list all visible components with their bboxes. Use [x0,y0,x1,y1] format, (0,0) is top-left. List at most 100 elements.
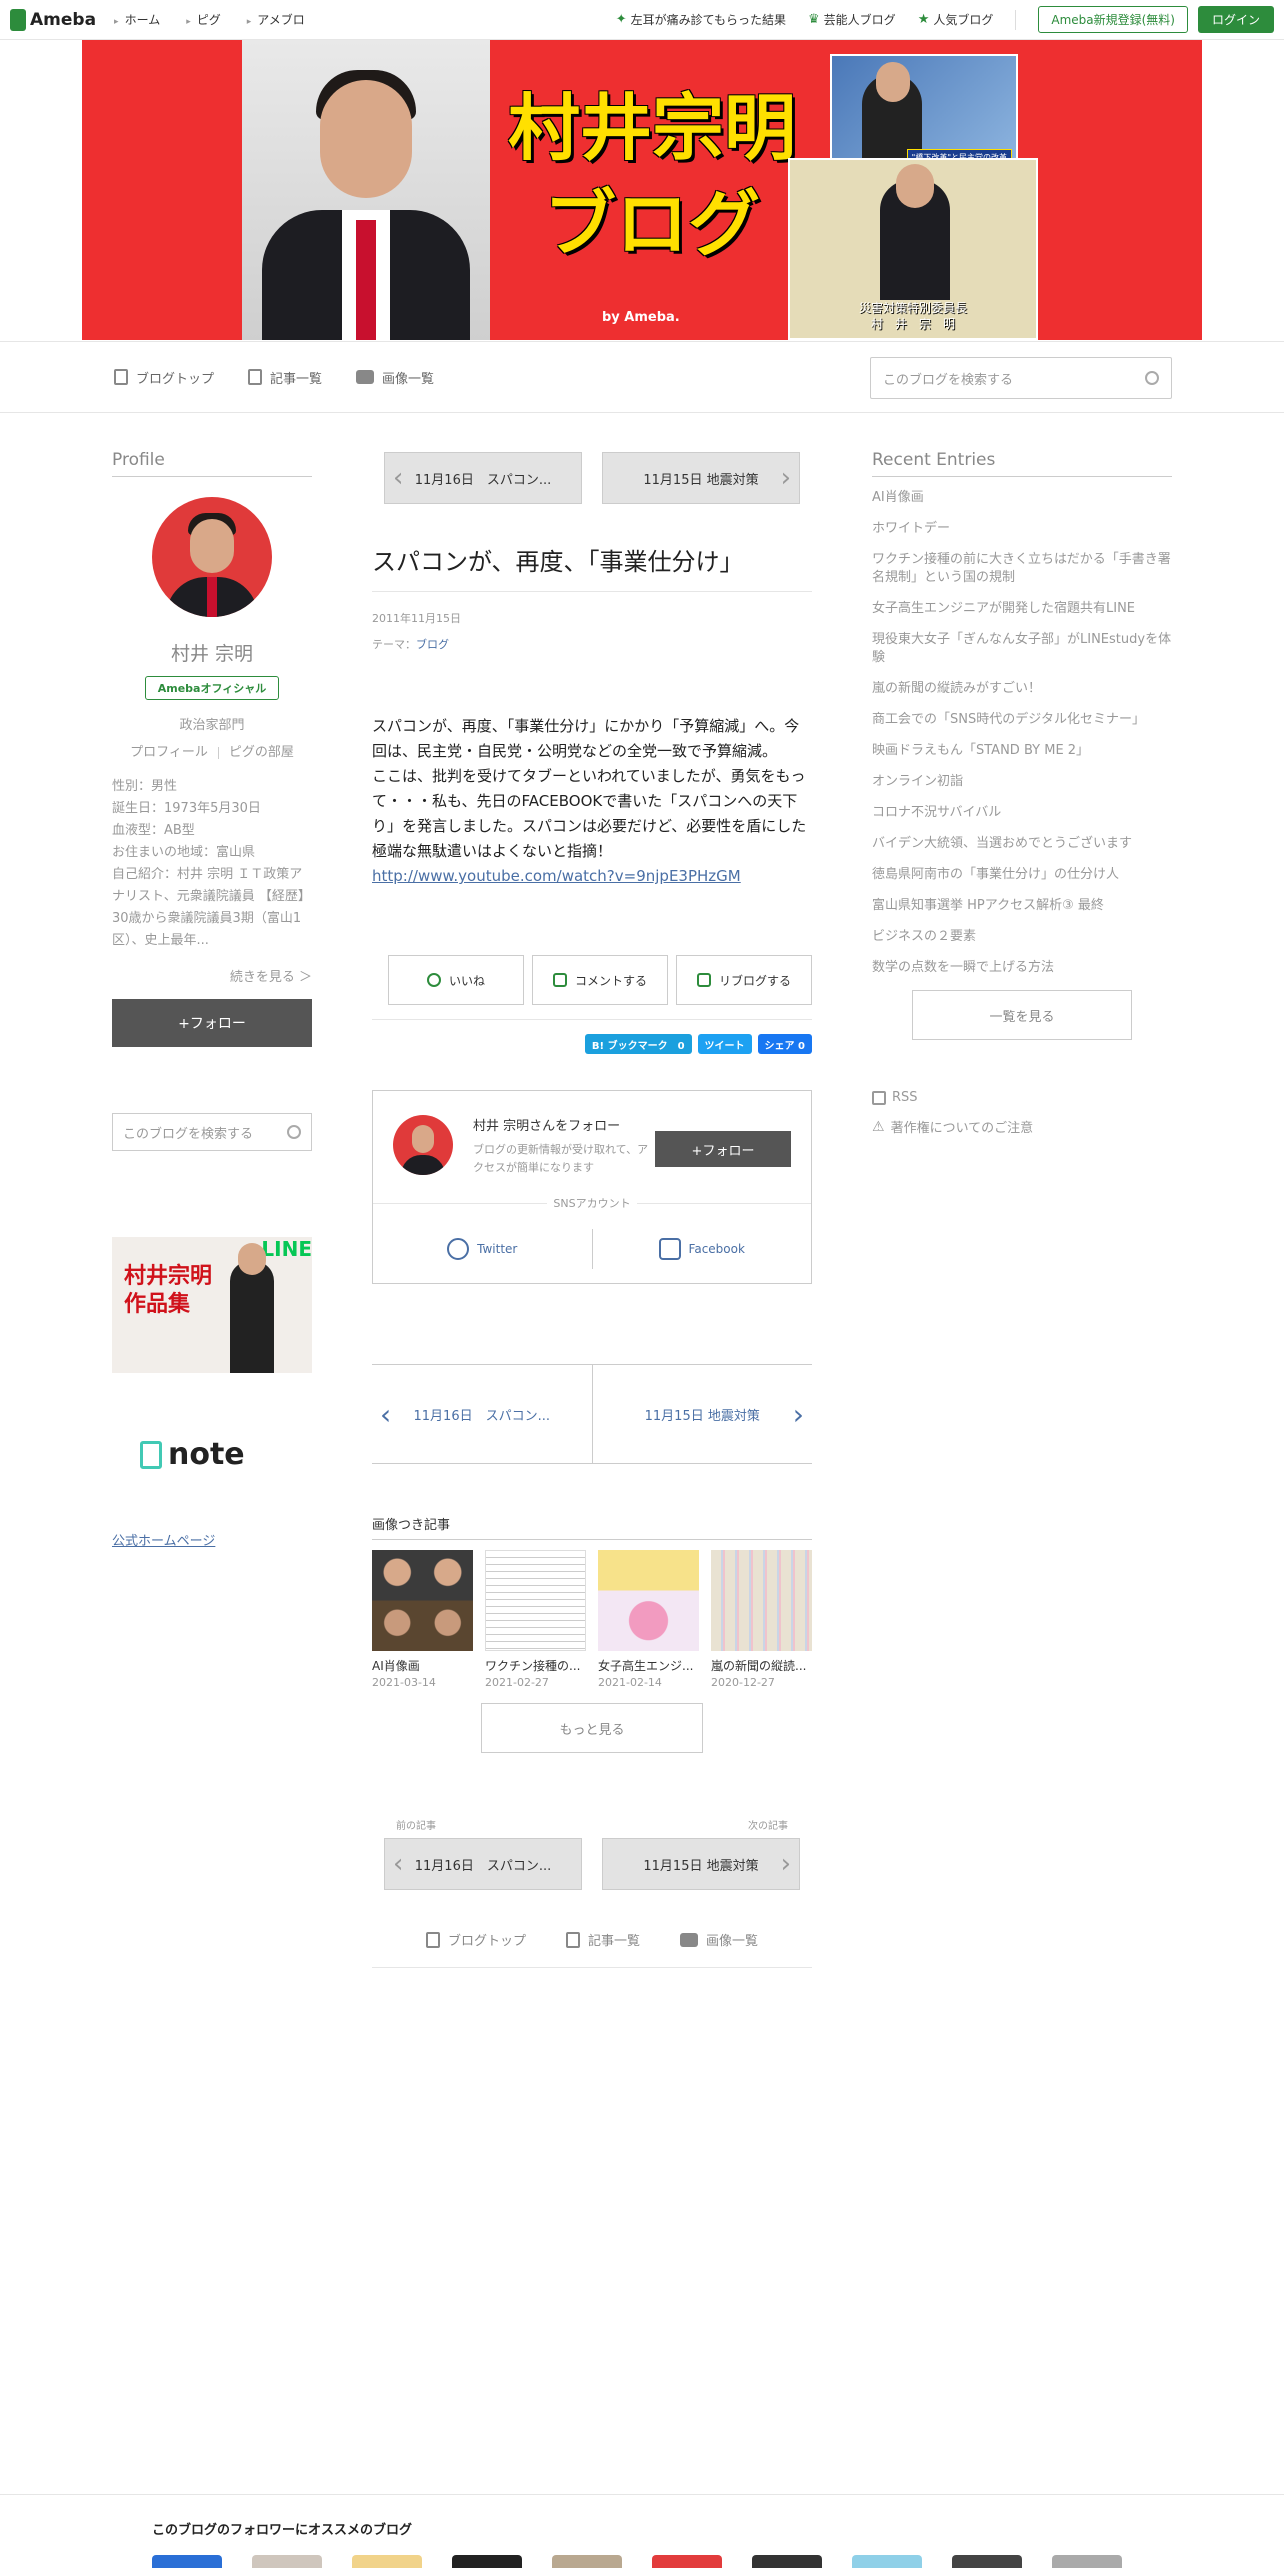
popular-blog-link[interactable]: ★ 人気ブログ [918,11,994,28]
trending-link[interactable]: ✦ 左耳が痛み診てもらった結果 [616,11,786,28]
twitter-link[interactable]: Twitter [373,1229,593,1269]
next-article-button[interactable]: 11月15日 地震対策 [602,452,800,504]
pigg-room-link[interactable]: ピグの部屋 [229,745,294,760]
nav-blog-top[interactable]: ブログトップ [114,368,214,387]
recommended-avatar[interactable] [652,2555,722,2568]
read-more-link[interactable]: 続きを見る ＞ [112,966,312,985]
recent-entry[interactable]: ワクチン接種の前に大きく立ちはだかる「手書き署名規制」という国の規制 [872,551,1172,587]
recommended-avatar[interactable] [452,2555,522,2568]
comment-button[interactable]: コメントする [532,955,668,1005]
register-button[interactable]: Ameba新規登録(無料) [1038,6,1188,33]
recent-entry[interactable]: コロナ不況サバイバル [872,804,1172,822]
image-article-item[interactable]: ワクチン接種の... 2021-02-27 [485,1550,586,1689]
youtube-link[interactable]: http://www.youtube.com/watch?v=9njpE3PHz… [372,867,741,885]
recent-entry[interactable]: 女子高生エンジニアが開発した宿題共有LINE [872,600,1172,618]
recent-entry[interactable]: 徳島県阿南市の「事業仕分け」の仕分け人 [872,866,1172,884]
recommended-avatar[interactable] [752,2555,822,2568]
rss-link[interactable]: RSS [872,1090,1172,1105]
bottom-nav-entry-list[interactable]: 記事一覧 [565,1930,640,1949]
copy-icon [565,1931,580,1948]
next-article-button-bottom[interactable]: 11月15日 地震対策 [602,1838,800,1890]
like-button[interactable]: いいね [388,955,524,1005]
see-more-button[interactable]: もっと見る [481,1703,703,1753]
search-icon[interactable] [1145,371,1159,385]
view-all-button[interactable]: 一覧を見る [912,990,1132,1040]
image-articles-heading: 画像つき記事 [372,1514,812,1540]
recommended-avatar[interactable] [1052,2555,1122,2568]
avatar[interactable] [152,497,272,617]
avatar[interactable] [393,1115,453,1175]
article-theme-link[interactable]: ブログ [416,638,449,651]
global-header: Ameba ホーム ピグ アメブロ ✦左耳が痛み診てもらった結果 ♛芸能人ブログ… [0,0,1284,40]
nav-pigg[interactable]: ピグ [186,11,221,28]
recommended-avatar[interactable] [852,2555,922,2568]
ameba-logo[interactable]: Ameba [10,8,96,31]
recent-entry[interactable]: AI肖像画 [872,489,1172,507]
header-by-ameba: by Ameba. [602,310,680,325]
comment-icon [552,973,567,987]
recent-entry[interactable]: 商工会での「SNS時代のデジタル化セミナー」 [872,711,1172,729]
document-icon [114,369,128,385]
article-body: スパコンが、再度、「事業仕分け」にかかり「予算縮減」へ。今回は、民主党・自民党・… [372,717,807,885]
recent-entry[interactable]: 富山県知事選挙 HPアクセス解析③ 最終 [872,897,1172,915]
recommended-avatar[interactable] [252,2555,322,2568]
note-banner[interactable]: note [140,1437,312,1472]
article-title[interactable]: スパコンが、再度、「事業仕分け」 [372,542,812,592]
recent-entry[interactable]: 現役東大女子「ぎんなん女子部」がLINEstudyを体験 [872,631,1172,667]
login-button[interactable]: ログイン [1197,6,1274,33]
recent-entry[interactable]: ホワイトデー [872,520,1172,538]
copyright-notice-link[interactable]: ⚠ 著作権についてのご注意 [872,1117,1172,1137]
recent-entry[interactable]: 数学の点数を一瞬で上げる方法 [872,959,1172,977]
profile-link[interactable]: プロフィール [130,745,208,760]
nav-home[interactable]: ホーム [114,11,161,28]
profile-name[interactable]: 村井 宗明 [112,639,312,666]
recommended-avatar[interactable] [352,2555,422,2568]
works-banner[interactable]: LINE 村井宗明 作品集 [112,1237,312,1373]
sns-label: SNSアカウント [547,1197,637,1210]
header-stage-photo: 災害対策特別委員長村 井 宗 明 [788,158,1038,340]
nav-entry-list[interactable]: 記事一覧 [248,368,322,387]
prev-article-link[interactable]: 11月16日 スパコン... [372,1365,593,1463]
image-article-item[interactable]: 女子高生エンジ... 2021-02-14 [598,1550,699,1689]
next-article-link[interactable]: 11月15日 地震対策 [593,1365,813,1463]
image-article-item[interactable]: 嵐の新聞の縦読... 2020-12-27 [711,1550,812,1689]
celebrity-blog-link[interactable]: ♛ 芸能人ブログ [808,11,896,28]
image-article-item[interactable]: AI肖像画 2021-03-14 [372,1550,473,1689]
recommended-heading: このブログのフォロワーにオススメのブログ [152,2523,413,2538]
nav-image-list[interactable]: 画像一覧 [356,368,434,387]
official-homepage-link[interactable]: 公式ホームページ [112,1530,312,1549]
thumbnail-image [485,1550,586,1651]
hatena-bookmark-button[interactable]: B! ブックマーク 0 [584,1034,692,1054]
prev-article-button-bottom[interactable]: 11月16日 スパコン... [384,1838,582,1890]
recent-entry[interactable]: 嵐の新聞の縦読みがすごい！ [872,680,1172,698]
profile-info: 性別：男性 誕生日：1973年5月30日 血液型：AB型 お住まいの地域：富山県… [112,779,311,948]
recommended-avatar[interactable] [152,2555,222,2568]
recommended-avatar[interactable] [952,2555,1022,2568]
tweet-button[interactable]: ツイート [697,1034,752,1054]
prev-article-button[interactable]: 11月16日 スパコン... [384,452,582,504]
follow-box: 村井 宗明さんをフォロー ブログの更新情報が受け取れて、アクセスが簡単になります… [372,1090,812,1284]
recommended-avatar[interactable] [552,2555,622,2568]
facebook-link[interactable]: Facebook [593,1229,812,1269]
sidebar-search-input[interactable]: このブログを検索する [112,1113,312,1151]
reblog-button[interactable]: リブログする [676,955,812,1005]
blog-header-banner[interactable]: 村井宗明 ブログ by Ameba. "橋下改革"と民主党の改革 災害対策特別委… [82,40,1202,340]
follow-button[interactable]: +フォロー [112,999,312,1047]
follow-box-button[interactable]: +フォロー [655,1131,791,1167]
nav-ameblo[interactable]: アメブロ [247,11,304,28]
recent-entry[interactable]: オンライン初詣 [872,773,1172,791]
recent-entry[interactable]: ビジネスの２要素 [872,928,1172,946]
facebook-share-button[interactable]: シェア 0 [757,1034,812,1054]
bottom-nav-blog-top[interactable]: ブログトップ [425,1930,526,1949]
profile-category[interactable]: 政治家部門 [112,714,312,733]
recommended-blogs: このブログのフォロワーにオススメのブログ [0,2494,1284,2568]
bottom-nav-image-list[interactable]: 画像一覧 [680,1930,758,1949]
blog-search-input[interactable]: このブログを検索する [870,357,1172,399]
copy-icon [248,369,263,385]
search-icon[interactable] [287,1125,301,1139]
twitter-icon [447,1238,470,1260]
recent-entry[interactable]: バイデン大統領、当選おめでとうございます [872,835,1172,853]
header-tv-photo: "橋下改革"と民主党の改革 [830,54,1018,174]
recent-entry[interactable]: 映画ドラえもん「STAND BY ME 2」 [872,742,1172,760]
facebook-icon [658,1238,681,1260]
